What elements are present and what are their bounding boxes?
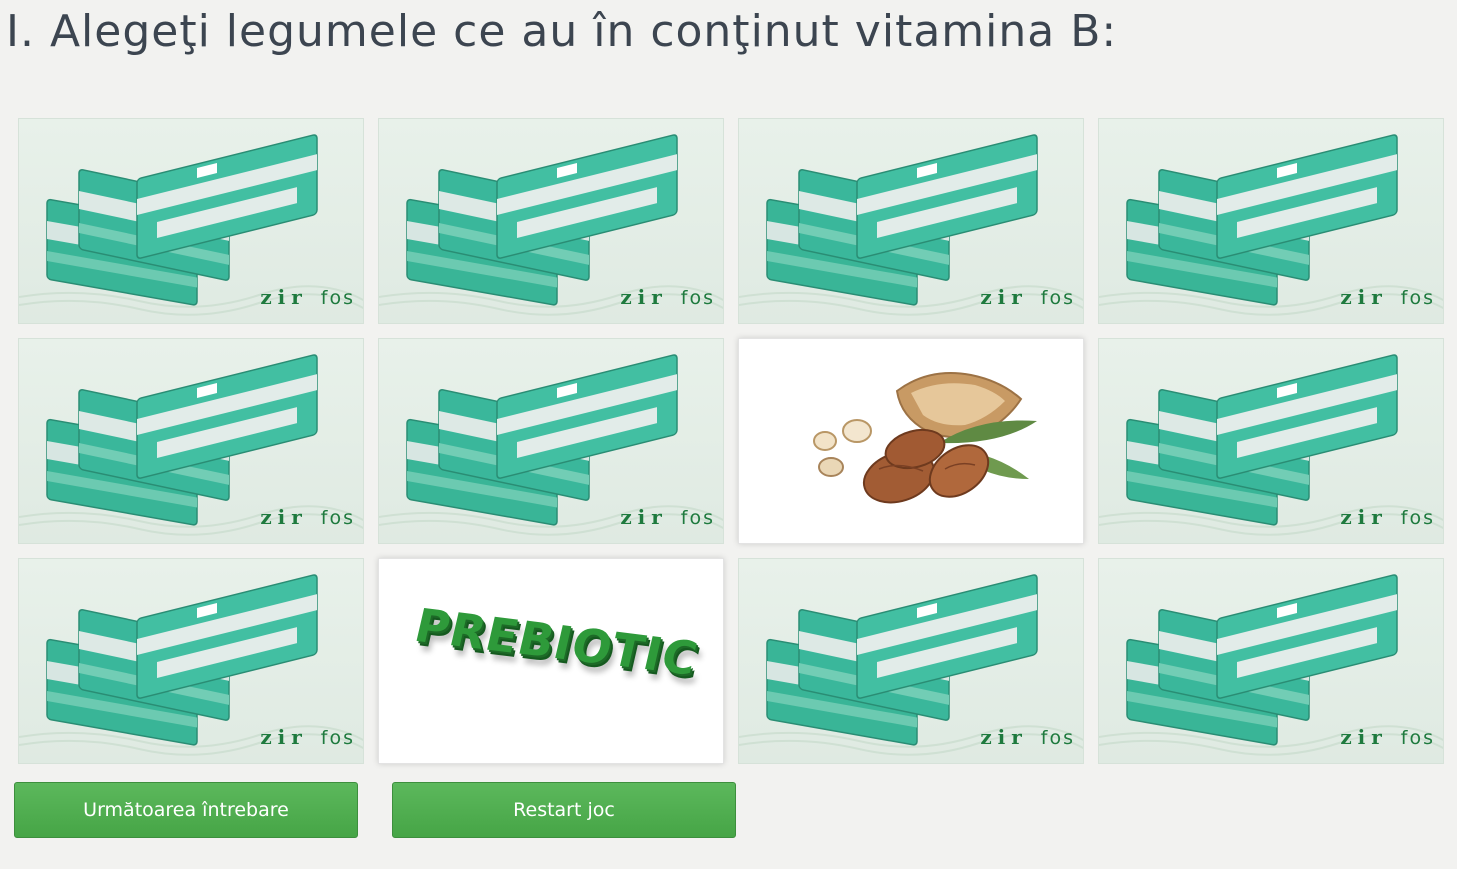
zirfos-brand: zir fos: [260, 505, 355, 529]
brand-zir: zir: [260, 725, 321, 749]
prebiotic-text: PREBIOTIC: [409, 598, 704, 686]
card-12[interactable]: zir fos: [1098, 558, 1444, 764]
zirfos-brand: zir fos: [260, 725, 355, 749]
brand-fos: fos: [1040, 727, 1075, 749]
card-5[interactable]: zir fos: [18, 338, 364, 544]
zirfos-brand: zir fos: [1340, 285, 1435, 309]
card-1[interactable]: zir fos: [18, 118, 364, 324]
zirfos-brand: zir fos: [260, 285, 355, 309]
brand-fos: fos: [320, 287, 355, 309]
brand-fos: fos: [1400, 507, 1435, 529]
brand-zir: zir: [1340, 285, 1401, 309]
brand-zir: zir: [620, 285, 681, 309]
brand-zir: zir: [980, 285, 1041, 309]
zirfos-brand: zir fos: [980, 285, 1075, 309]
brand-zir: zir: [620, 505, 681, 529]
brand-fos: fos: [1040, 287, 1075, 309]
brand-fos: fos: [680, 507, 715, 529]
card-10-prebiotic[interactable]: PREBIOTIC: [378, 558, 724, 764]
card-6[interactable]: zir fos: [378, 338, 724, 544]
brand-zir: zir: [260, 285, 321, 309]
zirfos-brand: zir fos: [1340, 505, 1435, 529]
brand-zir: zir: [980, 725, 1041, 749]
card-3[interactable]: zir fos: [738, 118, 1084, 324]
memory-card-grid: zir fos zir fos zir fos zir fos zir fos …: [18, 118, 1444, 764]
zirfos-brand: zir fos: [620, 505, 715, 529]
card-11[interactable]: zir fos: [738, 558, 1084, 764]
question-title: I. Alegeţi legumele ce au în conţinut vi…: [6, 6, 1118, 57]
card-4[interactable]: zir fos: [1098, 118, 1444, 324]
brand-fos: fos: [680, 287, 715, 309]
brand-zir: zir: [1340, 505, 1401, 529]
brand-fos: fos: [320, 727, 355, 749]
zirfos-brand: zir fos: [980, 725, 1075, 749]
brand-fos: fos: [1400, 727, 1435, 749]
brand-fos: fos: [320, 507, 355, 529]
card-9[interactable]: zir fos: [18, 558, 364, 764]
zirfos-brand: zir fos: [620, 285, 715, 309]
next-question-button[interactable]: Următoarea întrebare: [14, 782, 358, 838]
almonds-image: [813, 372, 1037, 504]
zirfos-brand: zir fos: [1340, 725, 1435, 749]
card-7-almonds[interactable]: [738, 338, 1084, 544]
brand-zir: zir: [260, 505, 321, 529]
brand-fos: fos: [1400, 287, 1435, 309]
card-2[interactable]: zir fos: [378, 118, 724, 324]
restart-game-button[interactable]: Restart joc: [392, 782, 736, 838]
card-8[interactable]: zir fos: [1098, 338, 1444, 544]
brand-zir: zir: [1340, 725, 1401, 749]
